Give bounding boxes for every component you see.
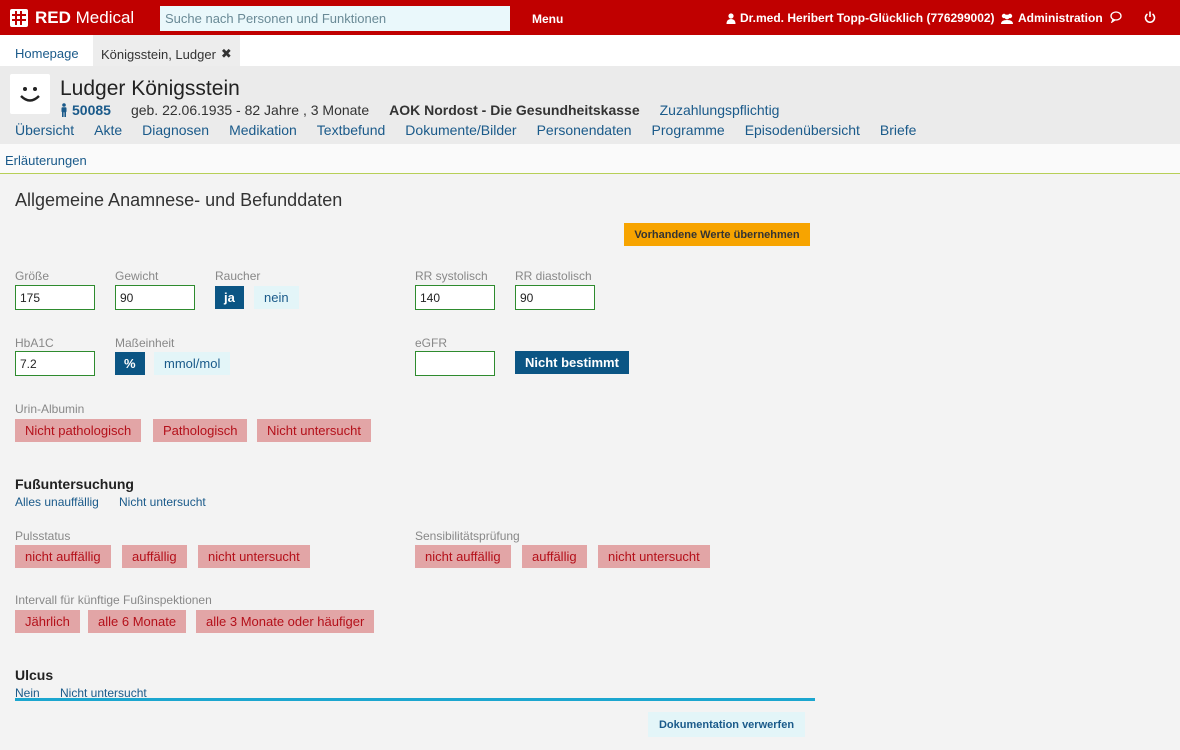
rr-diastolisch-label: RR diastolisch: [515, 269, 592, 283]
urin-nicht-pathologisch-button[interactable]: Nicht pathologisch: [15, 419, 142, 442]
patient-info: 50085 geb. 22.06.1935 - 82 Jahre , 3 Mon…: [60, 102, 779, 118]
admin-link[interactable]: Administration: [1000, 11, 1103, 25]
nicht-bestimmt-button[interactable]: Nicht bestimmt: [515, 351, 629, 374]
admin-label: Administration: [1018, 11, 1103, 25]
nav-personendaten[interactable]: Personendaten: [537, 122, 632, 138]
menu-link[interactable]: Menu: [532, 12, 563, 26]
patient-nav: Übersicht Akte Diagnosen Medikation Text…: [15, 122, 936, 138]
patient-id[interactable]: 50085: [72, 102, 111, 118]
intervall-jaehrlich-button[interactable]: Jährlich: [15, 610, 80, 633]
section-divider: [15, 698, 815, 701]
tab-homepage[interactable]: Homepage: [7, 35, 87, 66]
nav-diagnosen[interactable]: Diagnosen: [142, 122, 209, 138]
hba1c-label: HbA1C: [15, 336, 54, 350]
power-icon[interactable]: [1144, 11, 1156, 23]
nav-briefe[interactable]: Briefe: [880, 122, 917, 138]
patient-insurance: AOK Nordost - Die Gesundheitskasse: [389, 102, 640, 118]
raucher-label: Raucher: [215, 269, 261, 283]
groesse-input[interactable]: [15, 285, 95, 310]
sensibilitaet-label: Sensibilitätsprüfung: [415, 529, 520, 543]
male-icon: [61, 103, 67, 117]
sens-auffaellig-button[interactable]: auffällig: [522, 545, 587, 568]
alles-unauffaellig-link[interactable]: Alles unauffällig: [15, 495, 99, 509]
app-logo[interactable]: RED Medical: [10, 8, 134, 28]
urin-pathologisch-button[interactable]: Pathologisch: [153, 419, 248, 442]
urin-nicht-untersucht-button[interactable]: Nicht untersucht: [257, 419, 371, 442]
nav-akte[interactable]: Akte: [94, 122, 122, 138]
user-link[interactable]: Dr.med. Heribert Topp-Glücklich (7762990…: [726, 11, 995, 25]
rr-systolisch-input[interactable]: [415, 285, 495, 310]
unit-percent-button[interactable]: %: [115, 352, 145, 375]
egfr-label: eGFR: [415, 336, 448, 350]
fuss-nicht-untersucht-link[interactable]: Nicht untersucht: [119, 495, 206, 509]
smiley-icon: [20, 87, 40, 102]
tab-patient[interactable]: Königsstein, Ludger ✖: [93, 35, 240, 66]
tab-patient-label: Königsstein, Ludger: [101, 47, 216, 62]
raucher-ja-button[interactable]: ja: [215, 286, 244, 309]
top-bar: RED Medical Menu Dr.med. Heribert Topp-G…: [0, 0, 1180, 35]
groesse-label: Größe: [15, 269, 50, 283]
puls-nicht-auffaellig-button[interactable]: nicht auffällig: [15, 545, 111, 568]
users-icon: [1001, 13, 1013, 24]
avatar: [10, 74, 50, 114]
pulsstatus-label: Pulsstatus: [15, 529, 71, 543]
nav-medikation[interactable]: Medikation: [229, 122, 297, 138]
sub-bar: Erläuterungen: [0, 144, 1180, 174]
nav-episoden[interactable]: Episodenübersicht: [745, 122, 860, 138]
puls-auffaellig-button[interactable]: auffällig: [122, 545, 187, 568]
search-input[interactable]: [160, 6, 510, 31]
tabs-row: Homepage Königsstein, Ludger ✖: [0, 35, 1180, 66]
nav-uebersicht[interactable]: Übersicht: [15, 122, 74, 138]
intervall-3-monate-button[interactable]: alle 3 Monate oder häufiger: [196, 610, 375, 633]
nav-programme[interactable]: Programme: [652, 122, 725, 138]
patient-birth: geb. 22.06.1935 - 82 Jahre , 3 Monate: [130, 102, 370, 118]
erlaeuterungen-link[interactable]: Erläuterungen: [5, 153, 87, 168]
fussuntersuchung-title: Fußuntersuchung: [15, 476, 134, 492]
user-icon: [726, 12, 736, 24]
sens-nicht-auffaellig-button[interactable]: nicht auffällig: [415, 545, 511, 568]
page-title: Allgemeine Anamnese- und Befunddaten: [15, 190, 343, 210]
ulcus-title: Ulcus: [15, 667, 54, 683]
copay-link[interactable]: Zuzahlungspflichtig: [660, 102, 780, 118]
apply-values-button[interactable]: Vorhandene Werte übernehmen: [624, 223, 810, 246]
unit-mmol-button[interactable]: mmol/mol: [154, 352, 231, 375]
logo-hash-icon: [10, 9, 28, 27]
close-icon[interactable]: ✖: [221, 46, 232, 62]
intervall-6-monate-button[interactable]: alle 6 Monate: [88, 610, 187, 633]
discard-documentation-button[interactable]: Dokumentation verwerfen: [648, 712, 805, 737]
hba1c-input[interactable]: [15, 351, 95, 376]
gewicht-input[interactable]: [115, 285, 195, 310]
patient-header: Ludger Königsstein 50085 geb. 22.06.1935…: [0, 66, 1180, 144]
sens-nicht-untersucht-button[interactable]: nicht untersucht: [598, 545, 710, 568]
intervall-label: Intervall für künftige Fußinspektionen: [15, 593, 212, 607]
nav-dokumente[interactable]: Dokumente/Bilder: [405, 122, 516, 138]
urin-albumin-label: Urin-Albumin: [15, 402, 85, 416]
rr-systolisch-label: RR systolisch: [415, 269, 488, 283]
nav-textbefund[interactable]: Textbefund: [317, 122, 386, 138]
puls-nicht-untersucht-button[interactable]: nicht untersucht: [198, 545, 310, 568]
gewicht-label: Gewicht: [115, 269, 159, 283]
raucher-nein-button[interactable]: nein: [254, 286, 299, 309]
chat-icon[interactable]: [1110, 11, 1122, 23]
logo-text: RED Medical: [35, 8, 135, 27]
patient-name: Ludger Königsstein: [60, 77, 240, 100]
user-name: Dr.med. Heribert Topp-Glücklich (7762990…: [740, 11, 995, 25]
rr-diastolisch-input[interactable]: [515, 285, 595, 310]
masseinheit-label: Maßeinheit: [115, 336, 175, 350]
egfr-input[interactable]: [415, 351, 495, 376]
